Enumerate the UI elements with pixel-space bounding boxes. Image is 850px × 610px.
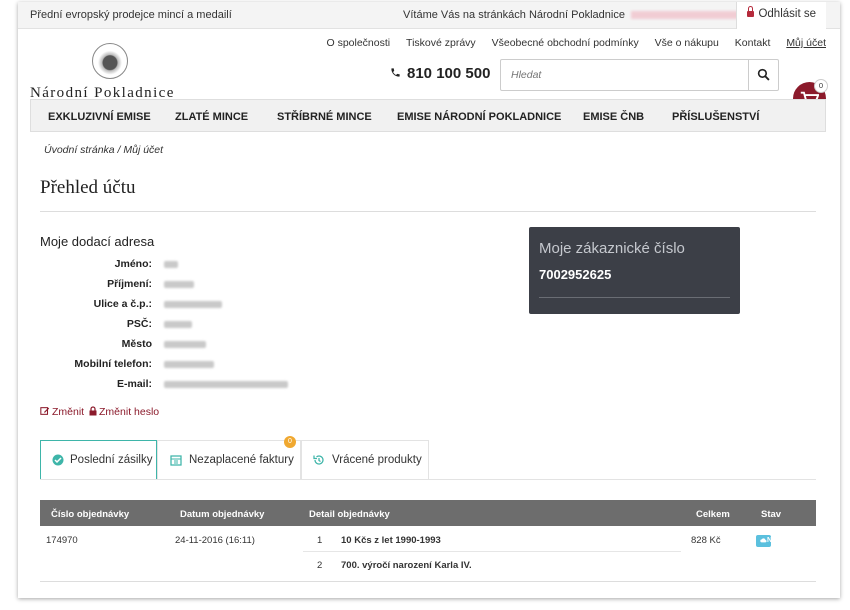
cart-count-badge: 0	[814, 79, 828, 93]
nav-prislusenstvi[interactable]: PŘÍSLUŠENSTVÍ	[672, 111, 759, 123]
address-row: Jméno:	[40, 258, 178, 278]
address-label: Jméno:	[114, 258, 152, 270]
divider	[303, 551, 681, 552]
nav-emise-cnb[interactable]: EMISE ČNB	[583, 111, 644, 123]
divider	[40, 581, 816, 582]
main-nav: EXKLUZIVNÍ EMISE ZLATÉ MINCE STŘÍBRNÉ MI…	[30, 99, 826, 132]
top-bar: Přední evropský prodejce mincí a medailí…	[18, 2, 840, 29]
blurred-value	[164, 261, 178, 268]
customer-number-box: Moje zákaznické číslo 7002952625	[529, 227, 740, 314]
blurred-email	[630, 11, 751, 20]
lock-icon	[89, 406, 97, 416]
search-icon	[757, 68, 770, 81]
unpaid-count-badge: 0	[284, 436, 296, 448]
customer-number: 7002952625	[539, 267, 612, 282]
item-qty: 2	[317, 560, 323, 571]
column-header: Číslo objednávky	[51, 509, 130, 520]
breadcrumb[interactable]: Úvodní stránka / Můj účet	[44, 144, 163, 156]
tab-vracene-produkty[interactable]: Vrácené produkty	[301, 440, 429, 479]
address-row: E-mail:	[40, 378, 288, 398]
page-title: Přehled účtu	[40, 177, 136, 198]
history-icon	[313, 455, 324, 465]
link-vse-o-nakupu[interactable]: Vše o nákupu	[655, 37, 719, 49]
tab-label: Nezaplacené faktury	[189, 454, 294, 466]
divider	[539, 297, 730, 298]
address-row: Město	[40, 338, 206, 358]
address-heading: Moje dodací adresa	[40, 234, 155, 249]
welcome-text: Vítáme Vás na stránkách Národní Pokladni…	[403, 9, 751, 21]
logout-label: Odhlásit se	[758, 8, 816, 20]
phone-icon	[391, 68, 400, 77]
search-input[interactable]	[501, 60, 741, 90]
order-total: 828 Kč	[691, 535, 721, 546]
column-header: Celkem	[696, 509, 730, 520]
logout-button[interactable]: Odhlásit se	[736, 2, 826, 29]
blurred-value	[164, 301, 222, 308]
order-number: 174970	[46, 535, 78, 546]
address-label: E-mail:	[116, 378, 152, 390]
edit-icon	[40, 407, 50, 415]
order-date: 24-11-2016 (16:11)	[175, 535, 255, 546]
nav-stribrne-mince[interactable]: STŘÍBRNÉ MINCE	[277, 111, 372, 123]
divider	[40, 211, 816, 212]
customer-number-title: Moje zákaznické číslo	[539, 240, 685, 257]
tab-nezaplacene-faktury[interactable]: Nezaplacené faktury	[157, 440, 301, 479]
link-obchodni-podminky[interactable]: Všeobecné obchodní podmínky	[492, 37, 639, 49]
header: Národní Pokladnice O společnosti Tiskové…	[18, 29, 840, 115]
link-tiskove-zpravy[interactable]: Tiskové zprávy	[406, 37, 476, 49]
tab-label: Poslední zásilky	[70, 454, 153, 466]
blurred-value	[164, 361, 214, 368]
address-row: PSČ:	[40, 318, 192, 338]
address-label: Ulice a č.p.:	[93, 298, 152, 310]
nav-zlate-mince[interactable]: ZLATÉ MINCE	[175, 111, 248, 123]
column-header: Datum objednávky	[180, 509, 265, 520]
cloud-icon	[760, 538, 767, 543]
page-frame: Přední evropský prodejce mincí a medailí…	[18, 2, 840, 598]
address-row: Ulice a č.p.:	[40, 298, 222, 318]
search-button[interactable]	[748, 60, 778, 90]
tab-posledni-zasilky[interactable]: Poslední zásilky	[40, 440, 157, 480]
edit-links: Změnit Změnit heslo	[40, 406, 159, 418]
column-header: Detail objednávky	[309, 509, 390, 520]
check-circle-icon	[52, 454, 64, 466]
calendar-icon	[170, 455, 182, 466]
divider	[40, 479, 816, 480]
nav-emise-narodni-pokladnice[interactable]: EMISE NÁRODNÍ POKLADNICE	[397, 111, 561, 123]
item-qty: 1	[317, 535, 323, 546]
change-password-button[interactable]: Změnit heslo	[89, 406, 159, 418]
search-box	[500, 59, 779, 91]
blurred-value	[164, 381, 288, 388]
lock-icon	[747, 6, 755, 17]
address-label: Město	[121, 338, 152, 350]
address-row: Příjmení:	[40, 278, 194, 298]
change-button[interactable]: Změnit	[40, 406, 84, 418]
item-name: 10 Kčs z let 1990-1993	[341, 535, 441, 546]
nav-exkluzivni-emise[interactable]: EXKLUZIVNÍ EMISE	[48, 111, 151, 123]
orders-table-header: Číslo objednávky Datum objednávky Detail…	[40, 500, 816, 526]
coin-emblem-icon	[92, 43, 128, 79]
address-label: PSČ:	[126, 318, 152, 330]
address-row: Mobilní telefon:	[40, 358, 214, 378]
blurred-value	[164, 341, 206, 348]
address-label: Příjmení:	[107, 278, 152, 290]
item-name: 700. výročí narození Karla IV.	[341, 560, 472, 571]
tab-label: Vrácené produkty	[332, 454, 422, 466]
link-kontakt[interactable]: Kontakt	[735, 37, 771, 49]
blurred-value	[164, 321, 192, 328]
top-links: O společnosti Tiskové zprávy Všeobecné o…	[314, 37, 827, 49]
phone-number: 810 100 500	[390, 65, 490, 82]
column-header: Stav	[761, 509, 782, 520]
address-label: Mobilní telefon:	[74, 358, 152, 370]
blurred-value	[164, 281, 194, 288]
slogan: Přední evropský prodejce mincí a medailí	[30, 9, 232, 21]
link-muj-ucet[interactable]: Můj účet	[786, 37, 826, 49]
link-o-spolecnosti[interactable]: O společnosti	[327, 37, 391, 49]
